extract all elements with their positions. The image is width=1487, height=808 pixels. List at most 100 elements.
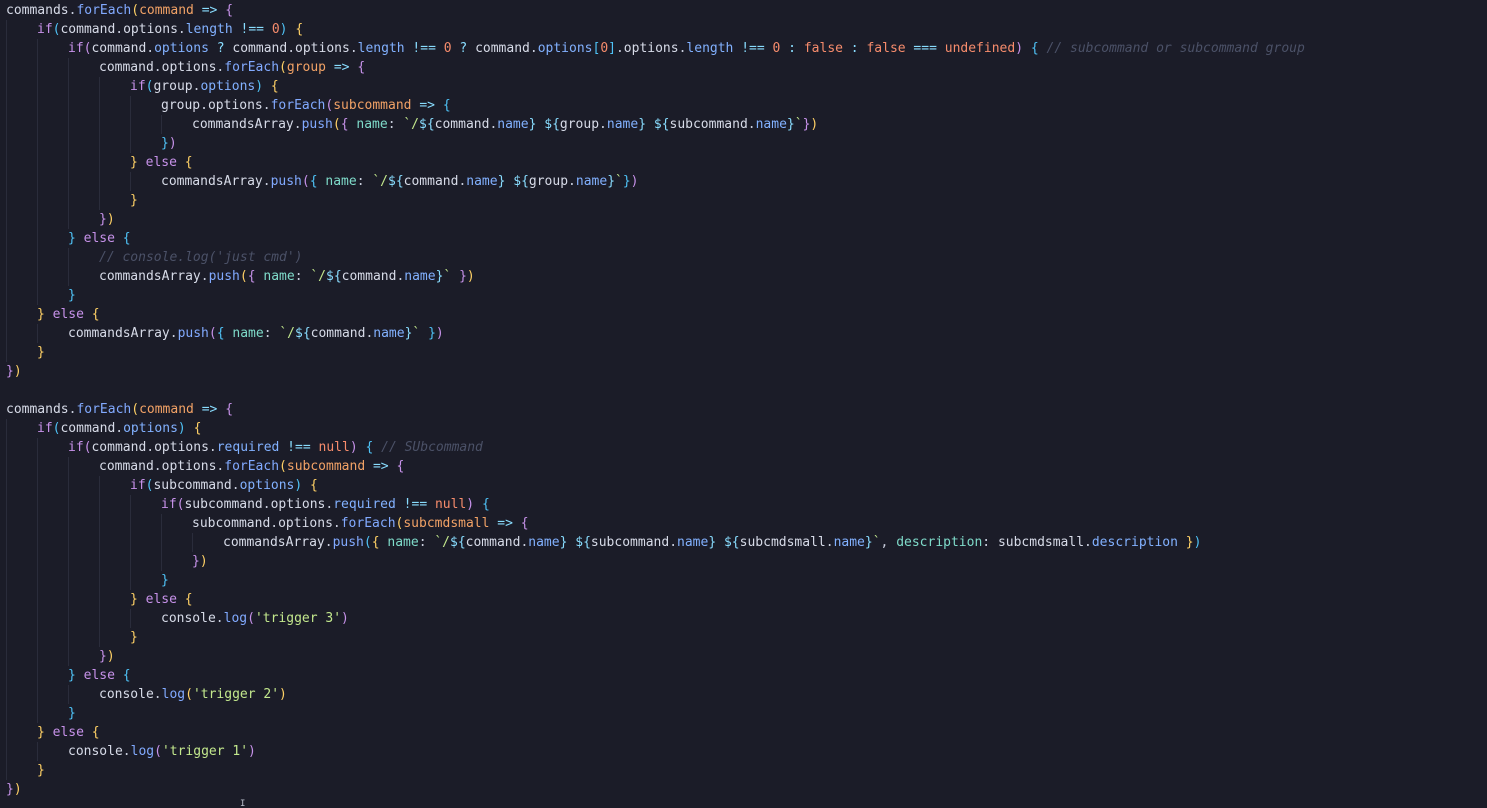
code-line[interactable]: if(subcommand.options) { bbox=[0, 476, 1487, 495]
code-line[interactable]: console.log('trigger 1') bbox=[0, 742, 1487, 761]
code-token: options bbox=[537, 41, 593, 56]
code-line[interactable]: } else { bbox=[0, 305, 1487, 324]
code-token: options bbox=[270, 497, 326, 512]
code-line[interactable]: commands.forEach(command => { bbox=[0, 400, 1487, 419]
code-line-content: } bbox=[6, 630, 138, 645]
code-token: forEach bbox=[224, 60, 280, 75]
indent-guide bbox=[161, 514, 162, 533]
code-line-content: commandsArray.push({ name: `/${command.n… bbox=[6, 174, 639, 189]
indent-guide bbox=[99, 571, 100, 590]
code-line[interactable]: command.options.forEach(subcommand => { bbox=[0, 457, 1487, 476]
code-token: { bbox=[396, 459, 405, 474]
code-token: ) bbox=[13, 782, 22, 797]
code-line[interactable]: } bbox=[0, 704, 1487, 723]
code-line[interactable]: } bbox=[0, 628, 1487, 647]
code-token: // console.log('just cmd') bbox=[99, 250, 303, 265]
code-line[interactable]: if(group.options) { bbox=[0, 77, 1487, 96]
code-token: { bbox=[184, 155, 193, 170]
indent-guide bbox=[68, 191, 69, 210]
indent-guide bbox=[130, 495, 131, 514]
code-line[interactable]: if(command.options) { bbox=[0, 419, 1487, 438]
code-line[interactable]: } bbox=[0, 761, 1487, 780]
code-line[interactable]: } else { bbox=[0, 590, 1487, 609]
code-token: . bbox=[200, 269, 209, 284]
code-line[interactable]: } else { bbox=[0, 666, 1487, 685]
code-line-content: if(command.options ? command.options.len… bbox=[6, 41, 1305, 56]
code-line[interactable]: commandsArray.push({ name: `/${command.n… bbox=[0, 172, 1487, 191]
indent-guide bbox=[37, 134, 38, 153]
code-line[interactable] bbox=[0, 381, 1487, 400]
code-line[interactable]: subcommand.options.forEach(subcmdsmall =… bbox=[0, 514, 1487, 533]
code-token: . bbox=[332, 516, 341, 531]
indent-guide bbox=[99, 191, 100, 210]
code-line[interactable]: }) bbox=[0, 647, 1487, 666]
code-token: subcommand bbox=[286, 459, 366, 474]
code-line[interactable]: } bbox=[0, 286, 1487, 305]
code-token: length bbox=[357, 41, 405, 56]
indent-guide bbox=[6, 457, 7, 476]
code-line[interactable]: if(command.options.required !== null) { … bbox=[0, 438, 1487, 457]
code-line[interactable]: } bbox=[0, 571, 1487, 590]
code-token: else bbox=[137, 155, 185, 170]
code-line[interactable]: }) bbox=[0, 210, 1487, 229]
indent-guide bbox=[37, 248, 38, 267]
code-line[interactable]: commandsArray.push({ name: `/${command.n… bbox=[0, 115, 1487, 134]
code-line[interactable]: } else { bbox=[0, 229, 1487, 248]
code-token: . bbox=[153, 459, 162, 474]
code-line[interactable]: } else { bbox=[0, 153, 1487, 172]
code-token: name bbox=[755, 117, 787, 132]
code-line[interactable]: } else { bbox=[0, 723, 1487, 742]
code-token: command bbox=[60, 421, 116, 436]
indent-guide bbox=[68, 77, 69, 96]
code-token: name bbox=[387, 535, 419, 550]
code-line[interactable]: commandsArray.push({ name: `/${command.n… bbox=[0, 267, 1487, 286]
code-line[interactable]: group.options.forEach(subcommand => { bbox=[0, 96, 1487, 115]
code-line[interactable]: if(subcommand.options.required !== null)… bbox=[0, 495, 1487, 514]
code-line[interactable]: } bbox=[0, 343, 1487, 362]
indent-guide bbox=[68, 609, 69, 628]
code-token: ) bbox=[199, 554, 208, 569]
code-token: subcommand bbox=[192, 516, 271, 531]
code-line[interactable]: commands.forEach(command => { bbox=[0, 1, 1487, 20]
code-token: } bbox=[6, 364, 14, 379]
code-token: . bbox=[747, 117, 756, 132]
code-token: description bbox=[896, 535, 983, 550]
code-token: `/ bbox=[372, 174, 388, 189]
code-line[interactable]: }) bbox=[0, 780, 1487, 799]
code-line[interactable]: command.options.forEach(group => { bbox=[0, 58, 1487, 77]
code-area[interactable]: commands.forEach(command => {if(command.… bbox=[0, 1, 1487, 799]
code-line[interactable]: console.log('trigger 3') bbox=[0, 609, 1487, 628]
code-token: . bbox=[262, 98, 271, 113]
code-line[interactable]: console.log('trigger 2') bbox=[0, 685, 1487, 704]
indent-guide bbox=[68, 476, 69, 495]
indent-guide bbox=[37, 229, 38, 248]
text-cursor-icon: I bbox=[240, 799, 246, 808]
code-line[interactable]: commandsArray.push({ name: `/${command.n… bbox=[0, 324, 1487, 343]
code-token: name bbox=[325, 174, 357, 189]
code-token: { bbox=[225, 3, 234, 18]
code-line[interactable]: if(command.options ? command.options.len… bbox=[0, 39, 1487, 58]
code-line[interactable]: // console.log('just cmd') bbox=[0, 248, 1487, 267]
code-token: . bbox=[1084, 535, 1092, 550]
code-line-content: if(command.options.required !== null) { … bbox=[6, 440, 483, 455]
code-token: group bbox=[559, 117, 600, 132]
code-line[interactable]: }) bbox=[0, 134, 1487, 153]
code-token: subcmdsmall bbox=[403, 516, 490, 531]
indent-guide bbox=[37, 39, 38, 58]
indent-guide bbox=[37, 552, 38, 571]
code-token: `/ bbox=[403, 117, 419, 132]
code-token: ( bbox=[332, 117, 341, 132]
code-line[interactable]: commandsArray.push({ name: `/${command.n… bbox=[0, 533, 1487, 552]
code-token: ${ bbox=[513, 174, 529, 189]
code-line[interactable]: }) bbox=[0, 552, 1487, 571]
indent-guide bbox=[6, 761, 7, 780]
code-line-content: } bbox=[6, 288, 76, 303]
code-line[interactable]: } bbox=[0, 191, 1487, 210]
code-line[interactable]: }) bbox=[0, 362, 1487, 381]
code-line-content: command.options.forEach(subcommand => { bbox=[6, 459, 404, 474]
code-line[interactable]: if(command.options.length !== 0) { bbox=[0, 20, 1487, 39]
code-editor[interactable]: commands.forEach(command => {if(command.… bbox=[0, 0, 1487, 808]
code-token: forEach bbox=[224, 459, 280, 474]
code-token: command bbox=[403, 174, 459, 189]
code-token: } bbox=[864, 535, 873, 550]
